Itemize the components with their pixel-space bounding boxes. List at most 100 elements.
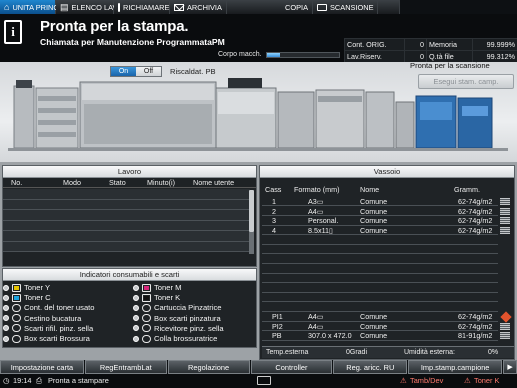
tray-cass: 3 <box>272 216 276 226</box>
job-col-minutes: Minuto(i) <box>147 178 175 187</box>
tray-table-header: Cass Formato (mm) Nome Gramm. <box>260 185 516 195</box>
status-dot-icon <box>3 304 9 311</box>
tray-cass: 4 <box>272 225 276 235</box>
next-page-icon[interactable]: ▶ <box>503 360 517 374</box>
tray-weight: 62-74g/m2 <box>458 321 493 331</box>
tray-row <box>262 293 498 303</box>
tab-recall[interactable]: RICHIAMARE <box>114 0 170 14</box>
job-col-mode: Modo <box>63 178 81 187</box>
tray-row[interactable]: 3 Personal. Comune 62-74g/m2 <box>262 216 498 226</box>
environment-info: Temp.esterna 0Gradi Umidità esterna: 0% <box>262 346 514 358</box>
job-row[interactable] <box>3 189 250 200</box>
curl-adjust-button[interactable]: Reg. aricc. RU <box>333 360 408 374</box>
job-list <box>3 189 250 252</box>
heater-toggle[interactable]: On Off <box>110 66 162 77</box>
tray-weight: 62-74g/m2 <box>458 312 493 322</box>
status-dot-icon <box>133 315 139 322</box>
tray-format: A3▭ <box>308 197 324 206</box>
status-dot-icon <box>3 325 9 332</box>
heater-off-button[interactable]: Off <box>136 67 161 76</box>
paper-level-icon <box>500 198 510 205</box>
controller-button[interactable]: Controller <box>250 360 333 374</box>
warning-icon: ⚠ <box>400 376 407 385</box>
tab-main-unit[interactable]: ⌂ UNITA PRINC. <box>0 0 61 14</box>
job-row[interactable] <box>3 231 250 242</box>
printer-control-panel: ⌂ UNITA PRINC. ▤ ELENCO LAV. RICHIAMARE AR… <box>0 0 517 388</box>
tray-row <box>262 235 498 245</box>
tray-row <box>262 264 498 274</box>
tray-name: Comune <box>360 197 388 206</box>
keyboard-icon[interactable] <box>257 376 271 385</box>
tray-row[interactable]: 4 8.5x11▯ Comune 62-74g/m2 <box>262 225 498 236</box>
tray-row[interactable]: 1 A3▭ Comune 62-74g/m2 <box>262 197 498 207</box>
tray-row[interactable]: PI2 A4▭ Comune 62-74g/m2 <box>262 321 498 332</box>
recall-icon <box>118 2 120 12</box>
job-row[interactable] <box>3 210 250 221</box>
staple-waste-icon <box>142 314 151 323</box>
status-dot-icon <box>133 294 139 301</box>
store-icon <box>174 3 184 11</box>
tray-row[interactable]: 2 A4▭ Comune 62-74g/m2 <box>262 207 498 216</box>
tray-col-cass: Cass <box>265 185 282 194</box>
consumable-label: Toner M <box>154 283 182 292</box>
status-dot-icon <box>3 294 9 301</box>
heater-on-button[interactable]: On <box>111 67 136 76</box>
tray-format: A4▭ <box>308 321 324 331</box>
job-scroll-track[interactable] <box>249 232 254 254</box>
paper-level-icon <box>500 217 510 225</box>
paper-level-icon <box>500 207 510 215</box>
paper-level-icon <box>500 226 510 234</box>
scan-ready-text: Pronta per la scansione <box>410 61 490 70</box>
tray-row[interactable]: PB 307.0 x 472.0 Comune 81-91g/m2 <box>262 331 498 341</box>
main-status-text: Pronta per la stampa. <box>40 18 189 35</box>
tray-format: 8.5x11▯ <box>308 225 334 235</box>
consumables-title: Indicatori consumabili e scarti <box>3 269 256 281</box>
counter-value: 0 <box>404 39 426 50</box>
tray-weight: 62-74g/m2 <box>458 225 493 235</box>
tab-store[interactable]: ARCHIVIA <box>170 0 227 14</box>
consumable-label: Box scarti pinzatura <box>154 313 221 323</box>
job-col-user: Nome utente <box>193 178 235 187</box>
adjustment-button[interactable]: Regolazione <box>167 360 250 374</box>
waste-toner-icon <box>12 303 21 312</box>
toner-k-warning[interactable]: Toner K <box>474 376 499 385</box>
tab-extra[interactable] <box>378 0 400 14</box>
tab-job-list[interactable]: ▤ ELENCO LAV. <box>56 0 119 14</box>
tray-name: Comune <box>360 206 388 216</box>
toner-m-icon <box>142 283 151 292</box>
consumable-item: Toner M <box>133 283 181 292</box>
job-row[interactable] <box>3 241 250 252</box>
counter-value: 99.999% <box>472 39 517 50</box>
tab-copy[interactable]: COPIA <box>227 0 313 14</box>
job-col-status: Stato <box>109 178 126 187</box>
toner-c-icon <box>12 293 21 302</box>
tray-name: Comune <box>360 321 388 331</box>
warning-icon: ⚠ <box>464 376 471 385</box>
duplex-adjust-button[interactable]: RegEntrambLat <box>84 360 167 374</box>
tray-weight: 62-74g/m2 <box>458 197 493 206</box>
print-sample-button[interactable]: Esegui stam. camp. <box>418 74 514 89</box>
job-list-icon: ▤ <box>60 1 69 12</box>
consumable-item: Cont. del toner usato <box>3 303 95 312</box>
job-scrollbar[interactable] <box>249 190 254 232</box>
status-dot-icon <box>3 315 9 322</box>
tray-weight: 62-74g/m2 <box>458 206 493 216</box>
tamb-dev-warning[interactable]: Tamb/Dev <box>410 376 443 385</box>
clock-icon: ◷ <box>3 376 10 385</box>
staple-cartridge-icon <box>142 303 151 312</box>
paper-setting-button[interactable]: Impostazione carta <box>0 360 84 374</box>
sample-print-setting-button[interactable]: Imp.stamp.campione <box>408 360 503 374</box>
tray-weight: 81-91g/m2 <box>458 331 493 341</box>
tray-row[interactable]: PI1 A4▭ Comune 62-74g/m2 <box>262 312 498 322</box>
consumable-item: Cestino bucatura <box>3 314 81 323</box>
consumable-label: Cartuccia Pinzatrice <box>154 303 222 313</box>
tray-row <box>262 255 498 264</box>
humidity-label: Umidità esterna: <box>404 349 455 356</box>
consumable-label: Box scarti Brossura <box>24 334 90 343</box>
job-row[interactable] <box>3 199 250 210</box>
job-row[interactable] <box>3 220 250 231</box>
tab-scan[interactable]: SCANSIONE <box>313 0 378 14</box>
consumables-panel: Indicatori consumabili e scarti Toner YT… <box>2 268 257 348</box>
machine-illustration-area: On Off Riscaldat. PB Pronta per la scans… <box>0 61 517 162</box>
tray-row <box>262 303 498 312</box>
